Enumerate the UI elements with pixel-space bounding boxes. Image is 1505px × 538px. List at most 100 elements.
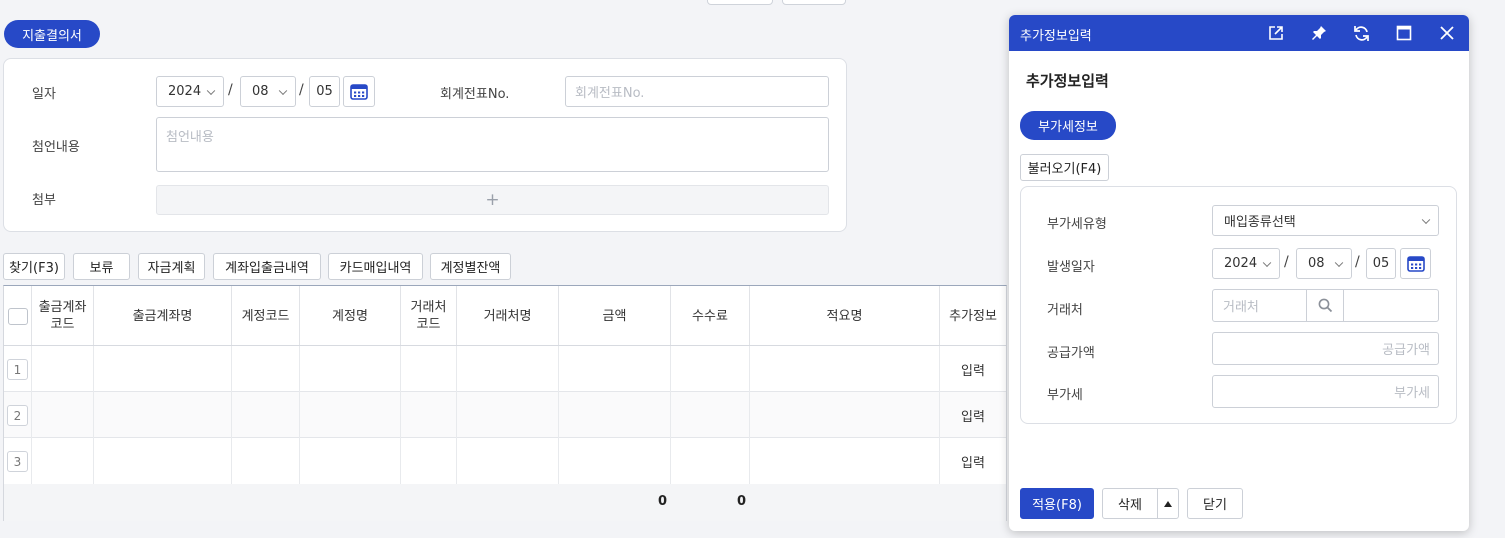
row-3-input-link[interactable]: 입력 — [961, 452, 985, 471]
sum-amount: 0 — [658, 494, 668, 509]
delete-dropdown-button[interactable] — [1157, 488, 1179, 519]
close-button[interactable]: 닫기 — [1187, 488, 1243, 519]
card-history-button[interactable]: 카드매입내역 — [328, 253, 423, 280]
supply-amount-input[interactable]: 공급가액 — [1212, 332, 1439, 365]
row-number-2[interactable]: 2 — [7, 405, 28, 426]
voucher-input[interactable]: 회계전표No. — [565, 76, 829, 107]
col-header-6[interactable]: 금액 — [559, 286, 671, 346]
row-2-input-link[interactable]: 입력 — [961, 406, 985, 425]
voucher-placeholder: 회계전표No. — [575, 86, 645, 101]
vat-input[interactable]: 부가세 — [1212, 375, 1439, 408]
month-value: 08 — [252, 84, 269, 99]
modal-year-value: 2024 — [1224, 256, 1258, 271]
hold-button[interactable]: 보류 — [73, 253, 130, 280]
row-divider — [4, 437, 1006, 438]
col-header-4[interactable]: 거래처 코드 — [401, 286, 457, 346]
refresh-icon[interactable] — [1351, 23, 1371, 43]
partner-input[interactable]: 거래처 — [1212, 289, 1307, 322]
vat-label: 부가세 — [1047, 388, 1083, 403]
remark-placeholder: 첨언내용 — [166, 130, 214, 145]
header-divider — [4, 345, 1006, 346]
date-separator: / — [228, 82, 233, 98]
date-separator: / — [299, 82, 304, 98]
calendar-icon — [350, 84, 368, 100]
external-link-icon[interactable] — [1266, 23, 1286, 43]
summary-row: 0 0 — [4, 484, 1006, 521]
vat-form-card: 부가세유형 매입종류선택 발생일자 2024 / 08 / 05 거래처 거래처… — [1020, 186, 1457, 424]
row-number-1[interactable]: 1 — [7, 359, 28, 380]
top-control-stub-2[interactable] — [782, 0, 846, 5]
col-header-9[interactable]: 추가정보 — [940, 286, 1006, 346]
modal-heading: 추가정보입력 — [1026, 72, 1109, 90]
day-value: 05 — [316, 84, 333, 99]
account-history-button[interactable]: 계좌입출금내역 — [213, 253, 321, 280]
partner-search-button[interactable] — [1306, 289, 1344, 322]
attach-label: 첨부 — [32, 193, 56, 208]
col-header-8[interactable]: 적요명 — [750, 286, 940, 346]
form-card: 일자 2024 / 08 / 05 회계전표No. 회계전표No. 첨언내용 첨… — [3, 58, 847, 232]
col-header-3[interactable]: 계정명 — [300, 286, 401, 346]
col-header-2[interactable]: 계정코드 — [232, 286, 300, 346]
row-band-2 — [4, 392, 1006, 438]
occur-date-label: 발생일자 — [1047, 260, 1095, 275]
year-value: 2024 — [168, 84, 202, 99]
search-icon — [1318, 298, 1332, 313]
voucher-label: 회계전표No. — [440, 87, 510, 102]
top-control-stub-1[interactable] — [707, 0, 773, 5]
maximize-icon[interactable] — [1394, 23, 1414, 43]
col-header-5[interactable]: 거래처명 — [457, 286, 559, 346]
month-select[interactable]: 08 — [240, 76, 296, 107]
chevron-down-icon — [1334, 258, 1344, 267]
row-number-3[interactable]: 3 — [7, 451, 28, 472]
close-icon[interactable] — [1437, 23, 1457, 43]
modal-calendar-button[interactable] — [1400, 248, 1431, 279]
col-header-0[interactable]: 출금계좌 코드 — [32, 286, 94, 346]
load-button[interactable]: 불러오기(F4) — [1020, 154, 1109, 181]
calendar-button[interactable] — [343, 76, 375, 107]
modal-month-value: 08 — [1308, 256, 1325, 271]
partner-label: 거래처 — [1047, 303, 1083, 318]
account-balance-button[interactable]: 계정별잔액 — [430, 253, 511, 280]
vat-placeholder: 부가세 — [1394, 386, 1430, 401]
col-header-1[interactable]: 출금계좌명 — [94, 286, 232, 346]
modal-header: 추가정보입력 — [1009, 15, 1469, 51]
remark-label: 첨언내용 — [32, 140, 80, 155]
year-select[interactable]: 2024 — [156, 76, 224, 107]
remark-input[interactable]: 첨언내용 — [156, 117, 829, 172]
vat-type-value: 매입종류선택 — [1224, 215, 1296, 230]
caret-up-icon — [1164, 500, 1172, 507]
plus-icon: + — [485, 190, 500, 210]
find-button[interactable]: 찾기(F3) — [3, 253, 65, 280]
col-header-7[interactable]: 수수료 — [671, 286, 750, 346]
select-all-checkbox[interactable] — [7, 307, 28, 325]
pin-icon[interactable] — [1309, 23, 1329, 43]
chevron-down-icon — [1421, 215, 1431, 224]
row-divider — [4, 391, 1006, 392]
delete-button[interactable]: 삭제 — [1102, 488, 1158, 519]
page-title-chip: 지출결의서 — [4, 20, 100, 48]
fund-plan-button[interactable]: 자금계획 — [138, 253, 205, 280]
expense-table: 출금계좌 코드 출금계좌명 계정코드 계정명 거래처 코드 거래처명 금액 수수… — [3, 285, 1007, 521]
calendar-icon — [1406, 256, 1425, 272]
modal-month-select[interactable]: 08 — [1296, 248, 1352, 279]
date-label: 일자 — [32, 87, 56, 102]
supply-amount-label: 공급가액 — [1047, 346, 1095, 361]
modal-day-value: 05 — [1372, 256, 1390, 271]
apply-button[interactable]: 적용(F8) — [1020, 488, 1094, 519]
attach-dropzone[interactable]: + — [156, 185, 829, 215]
partner-name-field[interactable] — [1343, 289, 1439, 322]
header-checkbox-cell — [4, 286, 32, 346]
modal-title: 추가정보입력 — [1020, 29, 1092, 44]
supply-amount-placeholder: 공급가액 — [1382, 343, 1430, 358]
additional-info-modal: 추가정보입력 추가정보입력 부가세정보 불러오기(F4) 부가세유형 매입종류선… — [1009, 15, 1469, 531]
sum-fee: 0 — [737, 494, 747, 509]
date-separator: / — [1355, 254, 1360, 270]
vat-type-select[interactable]: 매입종류선택 — [1212, 205, 1439, 236]
modal-year-select[interactable]: 2024 — [1212, 248, 1280, 279]
day-input[interactable]: 05 — [309, 76, 340, 107]
vat-info-chip[interactable]: 부가세정보 — [1020, 111, 1116, 140]
row-1-input-link[interactable]: 입력 — [961, 360, 985, 379]
partner-placeholder: 거래처 — [1223, 300, 1259, 315]
date-separator: / — [1284, 254, 1289, 270]
modal-day-input[interactable]: 05 — [1366, 248, 1396, 279]
